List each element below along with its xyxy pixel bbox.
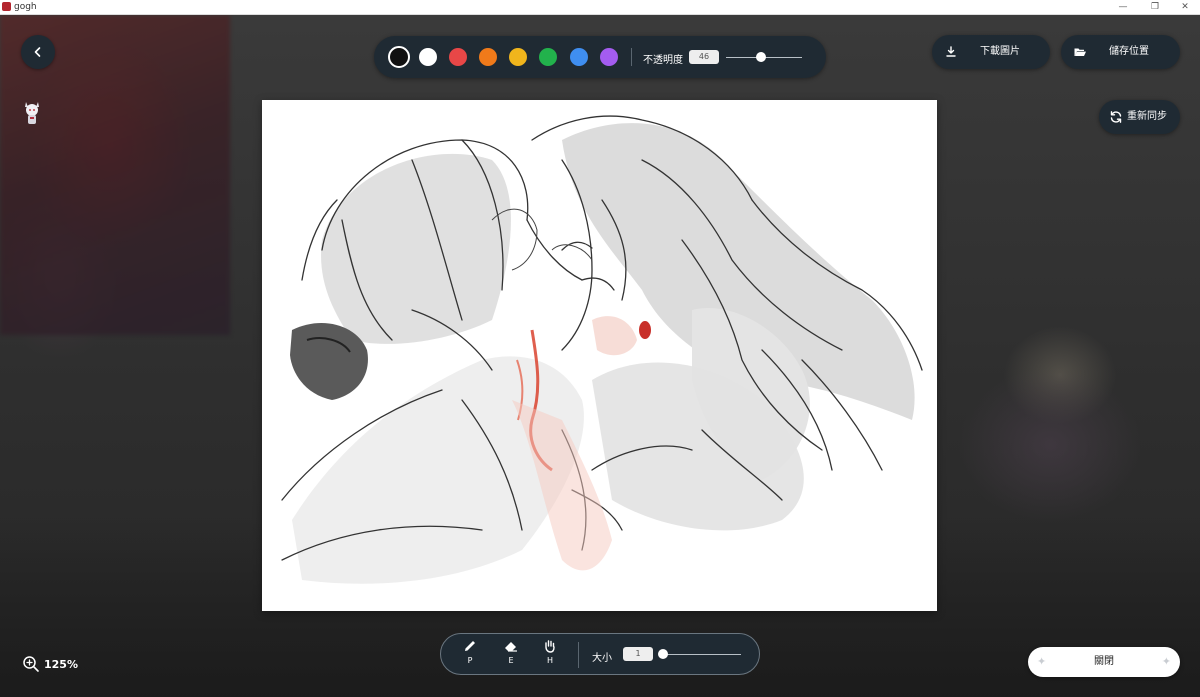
size-label: 大小 (592, 653, 612, 664)
save-location-label: 儲存位置 (1109, 46, 1149, 57)
swatch-red[interactable] (449, 48, 467, 66)
swatch-white[interactable] (419, 48, 437, 66)
resync-label: 重新同步 (1127, 111, 1167, 122)
eraser-tool[interactable]: E (499, 638, 523, 670)
save-location-button[interactable]: 儲存位置 (1061, 35, 1180, 69)
close-button[interactable]: ✦ 關閉 ✦ (1028, 647, 1180, 677)
swatch-orange[interactable] (479, 48, 497, 66)
eraser-tool-key: E (508, 656, 514, 665)
minimize-button[interactable]: — (1112, 0, 1134, 14)
opacity-label: 不透明度 (643, 55, 683, 66)
resync-button[interactable]: 重新同步 (1099, 100, 1180, 134)
size-input[interactable]: 1 (623, 647, 653, 661)
size-slider-thumb[interactable] (658, 649, 668, 659)
close-window-button[interactable]: ✕ (1174, 0, 1196, 14)
avatar[interactable] (22, 98, 42, 126)
hand-icon (545, 640, 555, 653)
toolbar-divider (631, 48, 632, 66)
back-button[interactable] (21, 35, 55, 69)
swatch-purple[interactable] (600, 48, 618, 66)
download-image-button[interactable]: 下載圖片 (932, 35, 1050, 69)
pen-tool-key: P (467, 656, 473, 665)
download-icon (946, 46, 956, 57)
swatch-black[interactable] (388, 46, 410, 68)
size-slider-track[interactable] (663, 654, 741, 655)
sparkle-icon: ✦ (1161, 655, 1171, 668)
color-palette-toolbar: 不透明度 46 (374, 36, 826, 78)
swatch-green[interactable] (539, 48, 557, 66)
download-image-label: 下載圖片 (980, 46, 1020, 57)
pen-icon (465, 641, 475, 651)
zoom-in-icon (23, 656, 39, 672)
hand-tool-key: H (546, 656, 553, 665)
drawing-canvas[interactable] (262, 100, 937, 611)
opacity-input[interactable]: 46 (689, 50, 719, 64)
pen-tool[interactable]: P (458, 638, 482, 670)
sketch-artwork (281, 115, 923, 584)
toolbar-divider (578, 642, 579, 668)
eraser-icon (505, 642, 517, 652)
window-title: gogh (14, 2, 37, 12)
app-logo-icon (2, 2, 11, 11)
folder-open-icon (1074, 48, 1086, 56)
app-window: gogh — ❐ ✕ 不透明度 46 下載圖片 儲存位置 重新同步 P E H … (0, 0, 1200, 697)
chevron-left-icon (34, 47, 41, 57)
maximize-button[interactable]: ❐ (1144, 0, 1166, 14)
swatch-yellow[interactable] (509, 48, 527, 66)
opacity-slider-thumb[interactable] (755, 52, 766, 62)
chibi-avatar-icon (25, 102, 39, 124)
drawing-tools-toolbar: P E H 大小 1 (440, 633, 760, 675)
swatch-blue[interactable] (570, 48, 588, 66)
sync-icon (1110, 111, 1122, 123)
title-bar: gogh — ❐ ✕ (0, 0, 1200, 15)
hand-tool[interactable]: H (538, 638, 562, 670)
close-label: 關閉 (1094, 656, 1114, 667)
zoom-level: 125% (44, 658, 78, 671)
